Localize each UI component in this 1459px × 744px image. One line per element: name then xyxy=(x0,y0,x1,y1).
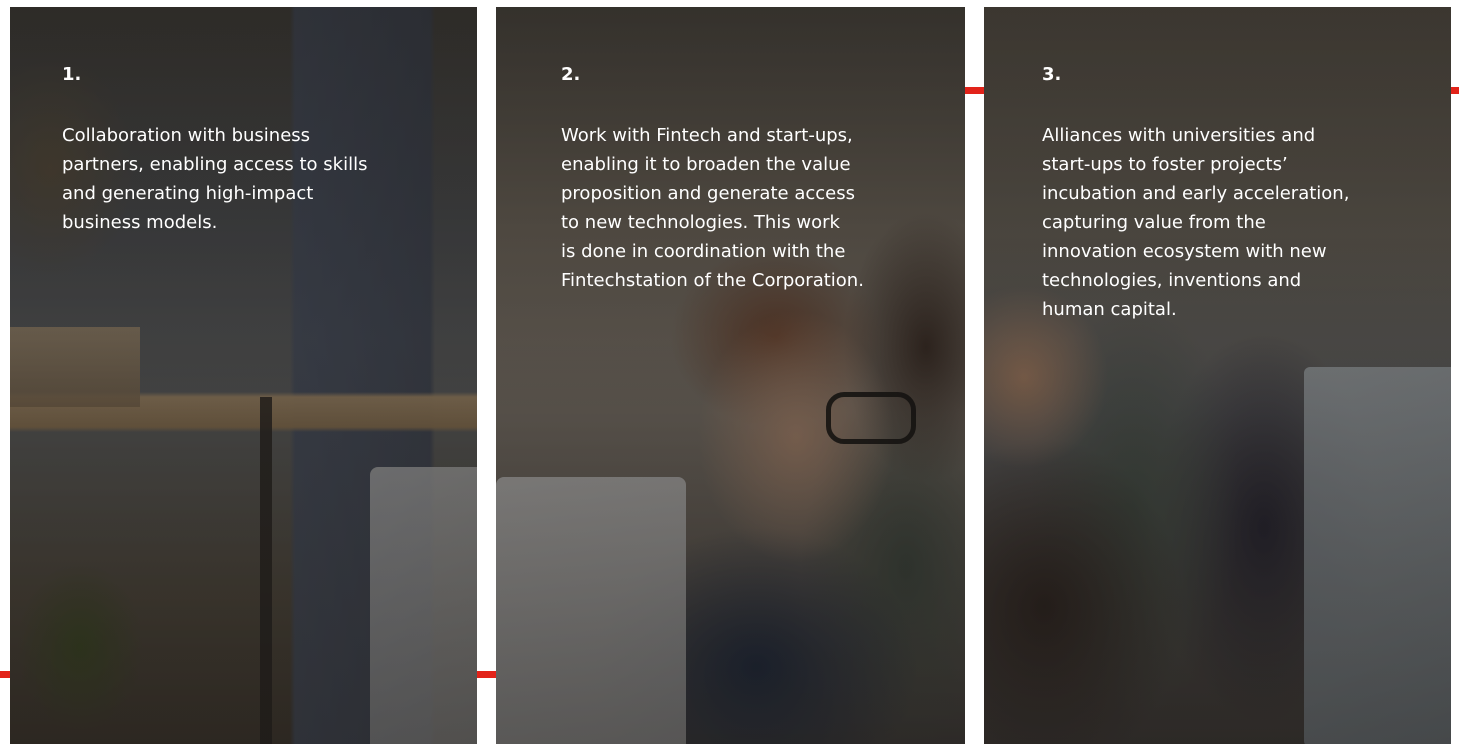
card-description: Work with Fintech and start-ups, enablin… xyxy=(561,125,864,291)
red-accent-line xyxy=(1451,87,1459,94)
dark-overlay xyxy=(496,7,965,744)
card-number: 2. xyxy=(561,64,581,85)
cards-section: 1. Collaboration with business partners,… xyxy=(0,0,1459,744)
card-fintech: 2. Work with Fintech and start-ups, enab… xyxy=(496,7,965,744)
card-number: 1. xyxy=(62,64,82,85)
dark-overlay xyxy=(984,7,1451,744)
card-description: Collaboration with business partners, en… xyxy=(62,125,368,233)
red-accent-line xyxy=(965,87,984,94)
red-accent-line xyxy=(0,671,10,678)
dark-overlay xyxy=(10,7,477,744)
card-collaboration: 1. Collaboration with business partners,… xyxy=(10,7,477,744)
card-description: Alliances with universities and start-up… xyxy=(1042,125,1350,320)
red-accent-line xyxy=(477,671,496,678)
card-alliances: 3. Alliances with universities and start… xyxy=(984,7,1451,744)
card-number: 3. xyxy=(1042,64,1062,85)
